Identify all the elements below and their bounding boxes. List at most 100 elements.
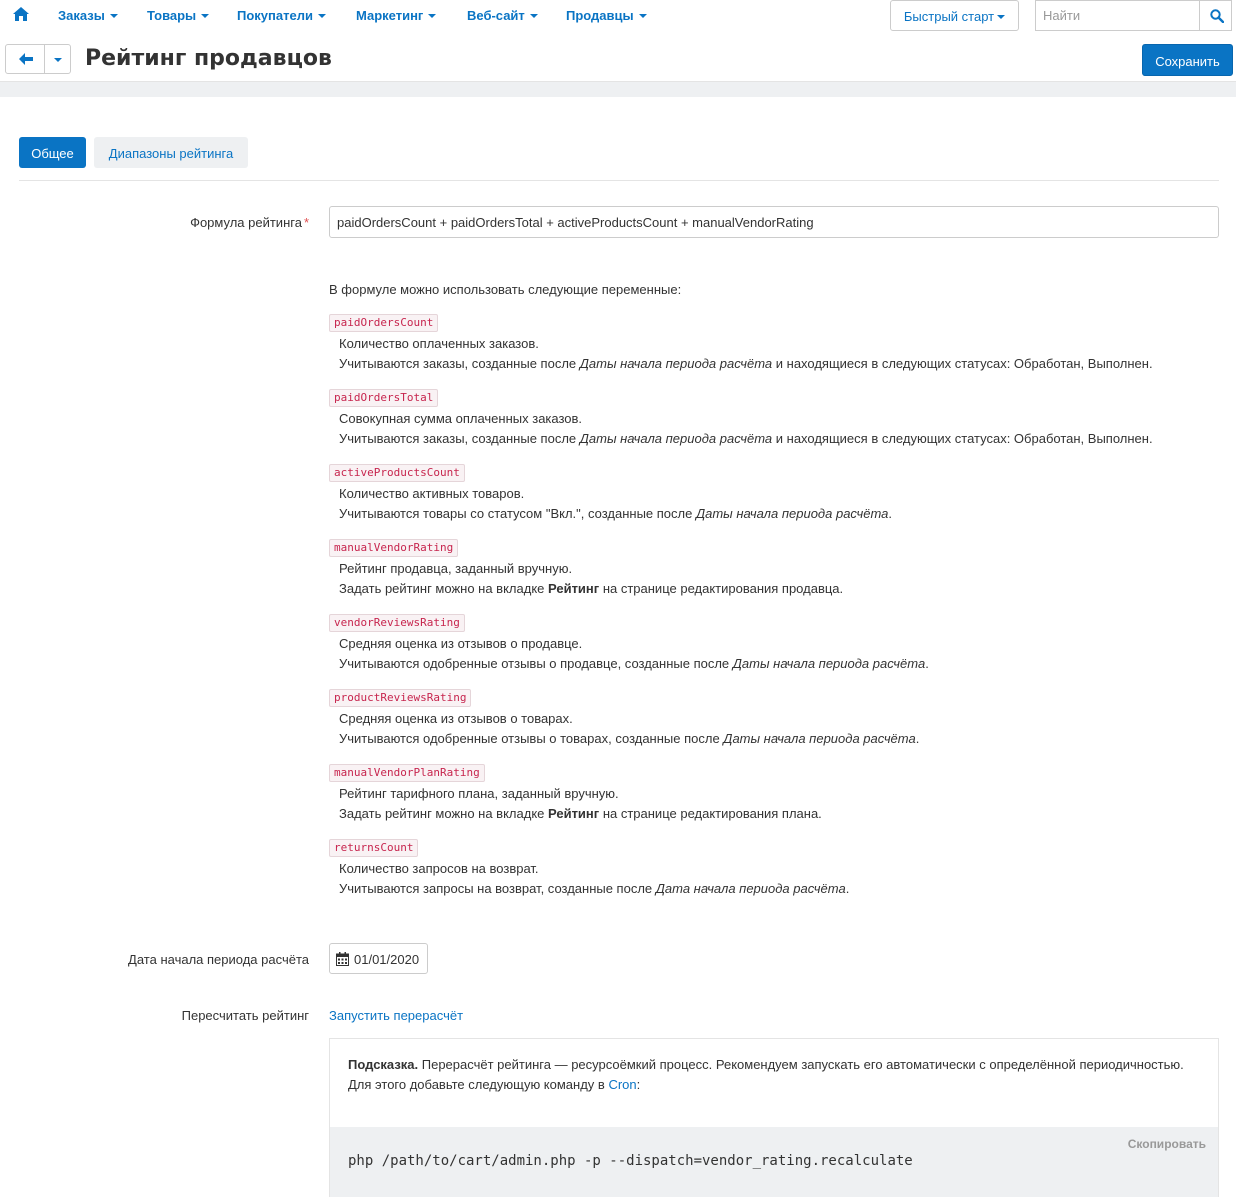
variable-description: Средняя оценка из отзывов о товарах. (339, 711, 573, 726)
nav-marketing-label: Маркетинг (356, 8, 424, 23)
quick-start-button[interactable]: Быстрый старт (890, 0, 1019, 31)
hint-body: Перерасчёт рейтинга — ресурсоёмкий проце… (418, 1057, 1184, 1072)
variables-intro: В формуле можно использовать следующие п… (329, 282, 682, 297)
page-header: Рейтинг продавцов Сохранить (0, 32, 1236, 82)
variable-details-emphasis: Даты начала периода расчёта (579, 356, 773, 371)
variable-description: Количество оплаченных заказов. (339, 336, 539, 351)
variable-details-emphasis: Дата начала периода расчёта (655, 881, 846, 896)
variable-details-text: . (888, 506, 892, 521)
list-item: vendorReviewsRating Средняя оценка из от… (329, 614, 929, 674)
variable-details-text: . (845, 881, 850, 896)
nav-products[interactable]: Товары (147, 8, 210, 23)
variable-description: Количество активных товаров. (339, 486, 525, 501)
calendar-icon (336, 952, 349, 966)
variable-details: Учитываются одобренные отзывы о товарах,… (339, 729, 919, 749)
list-item: returnsCount Количество запросов на возв… (329, 839, 849, 899)
variable-description: Количество запросов на возврат. (339, 861, 539, 876)
save-button[interactable]: Сохранить (1142, 44, 1233, 76)
nav-customers-label: Покупатели (237, 8, 313, 23)
home-icon[interactable] (13, 7, 29, 23)
header-divider (0, 82, 1236, 97)
variable-details-text: Учитываются заказы, созданные после (339, 431, 580, 446)
variable-code: manualVendorPlanRating (329, 764, 485, 782)
formula-label-text: Формула рейтинга (190, 215, 302, 230)
list-item: paidOrdersTotal Совокупная сумма оплачен… (329, 389, 1153, 449)
nav-orders-label: Заказы (58, 8, 105, 23)
nav-website[interactable]: Веб-сайт (467, 8, 538, 23)
hint-instruction: Для этого добавьте следующую команду в (348, 1077, 609, 1092)
cron-command: php /path/to/cart/admin.php -p --dispatc… (348, 1153, 913, 1169)
variable-description: Совокупная сумма оплаченных заказов. (339, 411, 583, 426)
variable-details-text: на странице редактирования продавца. (599, 581, 844, 596)
variable-details-text: Задать рейтинг можно на вкладке (339, 581, 548, 596)
list-item: productReviewsRating Средняя оценка из о… (329, 689, 919, 749)
chevron-down-icon (201, 14, 210, 18)
command-block: Скопировать php /path/to/cart/admin.php … (330, 1127, 1218, 1197)
date-label: Дата начала периода расчёта (128, 952, 309, 967)
search-icon (1210, 9, 1224, 23)
nav-customers[interactable]: Покупатели (237, 8, 326, 23)
chevron-down-icon (428, 14, 437, 18)
nav-orders[interactable]: Заказы (58, 8, 118, 23)
variable-code: activeProductsCount (329, 464, 465, 482)
variable-details-emphasis: Даты начала периода расчёта (695, 506, 889, 521)
variable-details: Учитываются одобренные отзывы о продавце… (339, 654, 929, 674)
date-picker[interactable]: 01/01/2020 (329, 943, 428, 974)
variable-description: Рейтинг тарифного плана, заданный вручну… (339, 786, 619, 801)
nav-vendors[interactable]: Продавцы (566, 8, 647, 23)
variable-details-strong: Рейтинг (548, 806, 600, 821)
back-dropdown-button[interactable] (44, 44, 71, 74)
date-value: 01/01/2020 (354, 952, 420, 967)
variable-details: Задать рейтинг можно на вкладке Рейтинг … (339, 579, 843, 599)
variable-code: productReviewsRating (329, 689, 472, 707)
nav-products-label: Товары (147, 8, 197, 23)
variable-details: Учитываются заказы, созданные после Даты… (339, 354, 1153, 374)
variable-code: returnsCount (329, 839, 419, 857)
list-item: manualVendorRating Рейтинг продавца, зад… (329, 539, 843, 599)
cron-link[interactable]: Cron (608, 1077, 636, 1092)
variable-details-text: Учитываются заказы, созданные после (339, 356, 580, 371)
quick-start-label: Быстрый старт (903, 9, 995, 24)
nav-marketing[interactable]: Маркетинг (356, 8, 437, 23)
run-recalculation-link[interactable]: Запустить перерасчёт (329, 1008, 463, 1023)
chevron-down-icon (529, 14, 538, 18)
variable-details-emphasis: Даты начала периода расчёта (579, 431, 773, 446)
top-navigation: Заказы Товары Покупатели Маркетинг Веб-с… (0, 0, 1236, 32)
nav-vendors-label: Продавцы (566, 8, 634, 23)
tabs-divider (19, 180, 1219, 181)
variable-details-text: на странице редактирования плана. (599, 806, 822, 821)
variable-description: Рейтинг продавца, заданный вручную. (339, 561, 573, 576)
variable-code: paidOrdersTotal (329, 389, 439, 407)
variable-details-text: Учитываются одобренные отзывы о товарах,… (339, 731, 724, 746)
variable-code: manualVendorRating (329, 539, 459, 557)
variable-details-text: и находящиеся в следующих статусах: Обра… (772, 356, 1153, 371)
search-input[interactable] (1035, 0, 1199, 31)
required-marker: * (303, 215, 309, 230)
recalc-label: Пересчитать рейтинг (181, 1008, 309, 1023)
tab-general[interactable]: Общее (19, 137, 86, 168)
arrow-left-icon (19, 53, 33, 65)
variable-details: Учитываются заказы, созданные после Даты… (339, 429, 1153, 449)
variable-description: Средняя оценка из отзывов о продавце. (339, 636, 583, 651)
list-item: manualVendorPlanRating Рейтинг тарифного… (329, 764, 822, 824)
nav-website-label: Веб-сайт (467, 8, 525, 23)
list-item: paidOrdersCount Количество оплаченных за… (329, 314, 1153, 374)
variable-code: vendorReviewsRating (329, 614, 465, 632)
chevron-down-icon (997, 15, 1006, 19)
variable-details-emphasis: Даты начала периода расчёта (732, 656, 926, 671)
variable-details-text: . (925, 656, 929, 671)
chevron-down-icon (54, 58, 62, 62)
chevron-down-icon (109, 14, 118, 18)
formula-input[interactable] (329, 206, 1219, 238)
hint-title: Подсказка. (348, 1057, 419, 1072)
back-button[interactable] (5, 44, 45, 74)
copy-button[interactable]: Скопировать (1128, 1137, 1206, 1151)
variable-details: Задать рейтинг можно на вкладке Рейтинг … (339, 804, 822, 824)
variable-details-strong: Рейтинг (548, 581, 600, 596)
hint-box: Подсказка. Перерасчёт рейтинга — ресурсо… (329, 1038, 1219, 1197)
variable-details-text: Задать рейтинг можно на вкладке (339, 806, 548, 821)
variable-details: Учитываются товары со статусом "Вкл.", с… (339, 504, 892, 524)
search-button[interactable] (1199, 0, 1232, 31)
chevron-down-icon (638, 14, 647, 18)
tab-rating-ranges[interactable]: Диапазоны рейтинга (94, 137, 248, 168)
